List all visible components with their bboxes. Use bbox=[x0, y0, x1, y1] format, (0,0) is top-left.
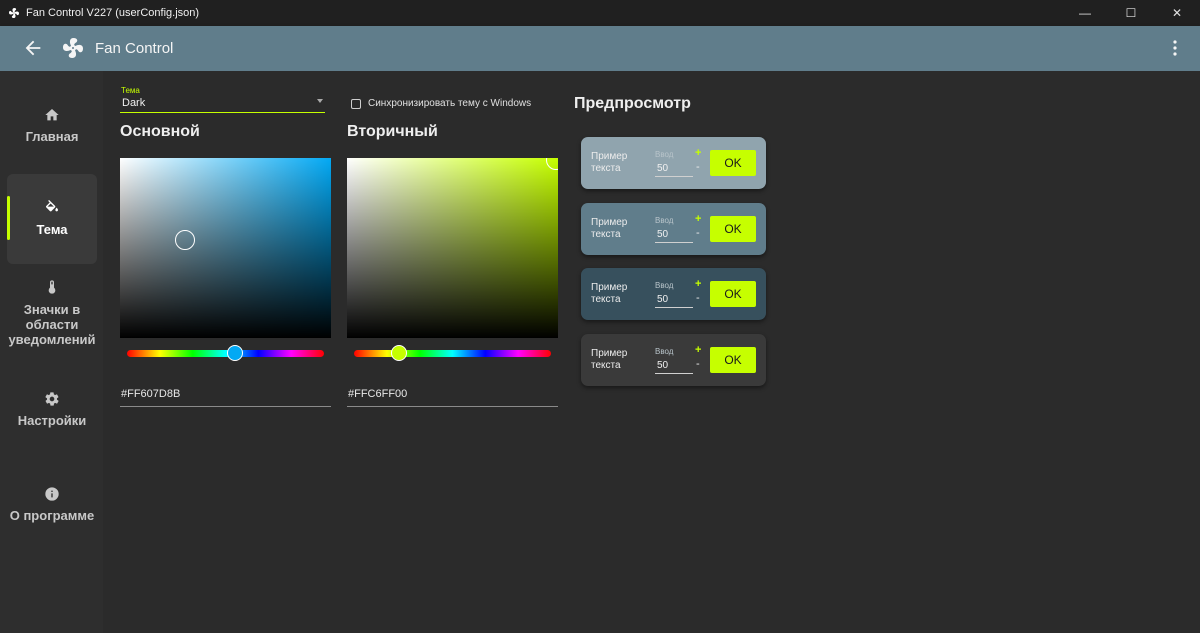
secondary-saturation-picker[interactable] bbox=[347, 158, 558, 338]
sidebar-item-label: Настройки bbox=[17, 413, 87, 428]
input-label: Ввод bbox=[655, 347, 674, 356]
sync-theme-label: Синхронизировать тему с Windows bbox=[368, 98, 532, 109]
ok-button[interactable]: OK bbox=[710, 347, 756, 373]
decrement-button[interactable]: - bbox=[696, 161, 700, 173]
maximize-button[interactable]: ☐ bbox=[1108, 0, 1154, 26]
number-input[interactable]: 50 bbox=[655, 163, 693, 177]
decrement-button[interactable]: - bbox=[696, 358, 700, 370]
app-header: Fan Control bbox=[0, 26, 1200, 71]
secondary-hue-slider[interactable] bbox=[354, 350, 551, 357]
secondary-hex-input[interactable]: #FFC6FF00 bbox=[347, 388, 558, 407]
increment-button[interactable]: + bbox=[695, 344, 701, 356]
app-title: Fan Control bbox=[95, 40, 174, 57]
preview-card: Пример текста Ввод 50 + - OK bbox=[581, 268, 766, 320]
secondary-hue-thumb[interactable] bbox=[391, 345, 407, 361]
ok-button[interactable]: OK bbox=[710, 150, 756, 176]
sidebar-item-tray-icons[interactable]: Значки в области уведомлений bbox=[7, 278, 97, 347]
preview-card: Пример текста Ввод 50 + - OK bbox=[581, 334, 766, 386]
theme-dropdown[interactable]: Тема Dark bbox=[120, 86, 325, 113]
window-title: Fan Control V227 (userConfig.json) bbox=[26, 7, 200, 19]
secondary-saturation-thumb[interactable] bbox=[546, 158, 558, 170]
sidebar-item-settings[interactable]: Настройки bbox=[7, 391, 97, 428]
input-label: Ввод bbox=[655, 150, 674, 159]
input-label: Ввод bbox=[655, 281, 674, 290]
primary-hex-input[interactable]: #FF607D8B bbox=[120, 388, 331, 407]
sample-text: Пример текста bbox=[591, 217, 628, 240]
sidebar: Главная Тема Значки в области уведомлени… bbox=[0, 71, 103, 633]
sample-text: Пример текста bbox=[591, 348, 628, 371]
arrow-left-icon bbox=[25, 40, 41, 56]
preview-title: Предпросмотр bbox=[574, 95, 691, 112]
gear-icon bbox=[45, 392, 59, 406]
more-vertical-icon bbox=[1173, 40, 1177, 56]
sidebar-item-label: Значки в области уведомлений bbox=[8, 302, 96, 347]
primary-saturation-thumb[interactable] bbox=[175, 230, 195, 250]
sidebar-item-home[interactable]: Главная bbox=[7, 107, 97, 144]
number-input[interactable]: 50 bbox=[655, 229, 693, 243]
info-icon bbox=[45, 487, 59, 501]
chevron-down-icon bbox=[317, 99, 323, 103]
window-title-bar: Fan Control V227 (userConfig.json) — ☐ ✕ bbox=[0, 0, 1200, 26]
sidebar-item-label: О программе bbox=[9, 508, 95, 523]
decrement-button[interactable]: - bbox=[696, 227, 700, 239]
sidebar-item-label: Тема bbox=[36, 222, 68, 237]
sidebar-item-label: Главная bbox=[25, 129, 79, 144]
primary-hue-slider[interactable] bbox=[127, 350, 324, 357]
sync-theme-checkbox[interactable]: Синхронизировать тему с Windows bbox=[351, 98, 531, 109]
preview-card: Пример текста Ввод 50 + - OK bbox=[581, 137, 766, 189]
home-icon bbox=[45, 109, 59, 121]
window-controls: — ☐ ✕ bbox=[1062, 0, 1200, 26]
increment-button[interactable]: + bbox=[695, 147, 701, 159]
close-button[interactable]: ✕ bbox=[1154, 0, 1200, 26]
fan-app-icon bbox=[8, 7, 20, 19]
more-menu-button[interactable] bbox=[1172, 40, 1178, 56]
primary-hue-thumb[interactable] bbox=[227, 345, 243, 361]
secondary-color-title: Вторичный bbox=[347, 123, 438, 140]
decrement-button[interactable]: - bbox=[696, 292, 700, 304]
ok-button[interactable]: OK bbox=[710, 281, 756, 307]
sidebar-item-about[interactable]: О программе bbox=[7, 486, 97, 523]
increment-button[interactable]: + bbox=[695, 278, 701, 290]
minimize-button[interactable]: — bbox=[1062, 0, 1108, 26]
sample-text: Пример текста bbox=[591, 151, 628, 174]
number-input[interactable]: 50 bbox=[655, 294, 693, 308]
input-label: Ввод bbox=[655, 216, 674, 225]
sample-text: Пример текста bbox=[591, 282, 628, 305]
theme-dropdown-label: Тема bbox=[121, 86, 140, 95]
increment-button[interactable]: + bbox=[695, 213, 701, 225]
theme-dropdown-value: Dark bbox=[122, 97, 146, 109]
thermometer-icon bbox=[48, 280, 56, 294]
number-input[interactable]: 50 bbox=[655, 360, 693, 374]
checkbox-box[interactable] bbox=[351, 98, 361, 109]
sidebar-item-theme[interactable]: Тема bbox=[7, 174, 97, 264]
primary-color-title: Основной bbox=[120, 123, 200, 140]
primary-saturation-picker[interactable] bbox=[120, 158, 331, 338]
paint-bucket-icon bbox=[45, 200, 58, 212]
theme-page: Тема Dark Синхронизировать тему с Window… bbox=[103, 71, 1200, 633]
fan-logo-icon bbox=[61, 36, 85, 60]
ok-button[interactable]: OK bbox=[710, 216, 756, 242]
active-nav-indicator bbox=[7, 196, 10, 240]
preview-card: Пример текста Ввод 50 + - OK bbox=[581, 203, 766, 255]
back-button[interactable] bbox=[22, 37, 44, 59]
